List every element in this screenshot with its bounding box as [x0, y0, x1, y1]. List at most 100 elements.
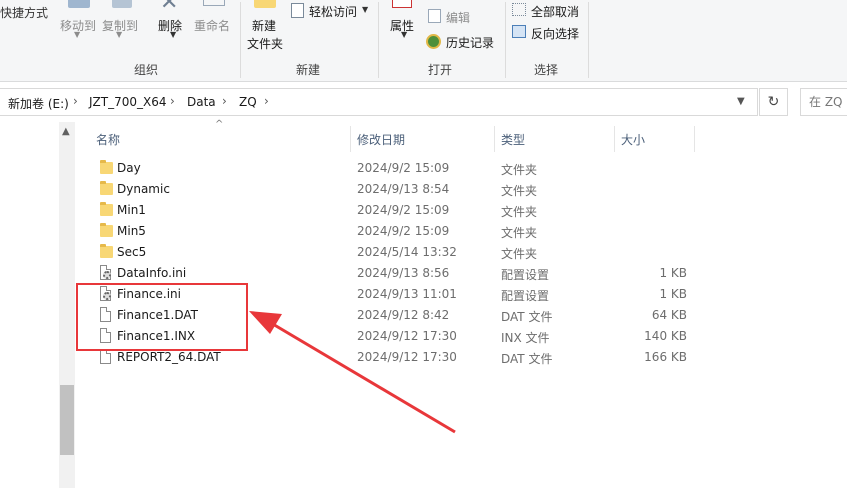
file-date: 2024/9/13 8:54 — [357, 182, 450, 196]
chevron-down-icon: ▼ — [74, 30, 81, 39]
file-type: 文件夹 — [501, 163, 538, 177]
file-name: Min5 — [117, 224, 146, 238]
new-folder-icon — [254, 0, 276, 8]
select-none-icon — [512, 3, 526, 16]
file-type: 文件夹 — [501, 247, 538, 261]
paste-shortcut-button[interactable]: 快捷方式 — [0, 4, 48, 21]
file-row[interactable]: Sec5 2024/5/14 13:32 文件夹 — [90, 242, 695, 263]
file-date: 2024/5/14 13:32 — [357, 245, 457, 259]
column-header-date[interactable]: 修改日期 — [357, 131, 405, 148]
file-date: 2024/9/2 15:09 — [357, 161, 450, 175]
scroll-up-icon[interactable]: ▲ — [62, 126, 70, 137]
file-row[interactable]: Min1 2024/9/2 15:09 文件夹 — [90, 200, 695, 221]
group-label-organize: 组织 — [134, 63, 159, 77]
chevron-down-icon: ▼ — [116, 30, 123, 39]
rename-icon — [203, 0, 225, 6]
file-date: 2024/9/2 15:09 — [357, 203, 450, 217]
file-icon — [100, 349, 111, 364]
ribbon: 快捷方式 移动到 ▼ 复制到 ▼ ✕ 删除 ▼ 重命名 新建 文件夹 轻松访问 … — [0, 0, 847, 82]
file-row[interactable]: Min5 2024/9/2 15:09 文件夹 — [90, 221, 695, 242]
chevron-down-icon: ▼ — [401, 30, 408, 39]
breadcrumb-drive[interactable]: 新加卷 (E:) — [8, 95, 69, 112]
divider — [378, 2, 379, 78]
file-row[interactable]: DataInfo.ini 2024/9/13 8:56 配置设置 1 KB — [90, 263, 695, 284]
folder-icon — [100, 181, 113, 195]
invert-selection-button[interactable]: 反向选择 — [531, 25, 579, 42]
file-size: 140 KB — [644, 329, 687, 343]
file-type: 配置设置 — [501, 289, 550, 303]
file-type: 文件夹 — [501, 226, 538, 240]
file-date: 2024/9/13 11:01 — [357, 287, 457, 301]
copy-to-icon — [112, 0, 132, 8]
refresh-icon: ↻ — [767, 94, 780, 110]
column-header-type[interactable]: 类型 — [501, 131, 525, 148]
delete-icon: ✕ — [160, 0, 179, 15]
file-date: 2024/9/12 17:30 — [357, 350, 457, 364]
search-input[interactable]: 在 ZQ — [800, 88, 847, 116]
group-label-new: 新建 — [296, 63, 321, 77]
rename-button[interactable]: 重命名 — [194, 17, 230, 34]
breadcrumb-jzt[interactable]: JZT_700_X64 — [89, 95, 166, 109]
file-date: 2024/9/2 15:09 — [357, 224, 450, 238]
chevron-right-icon[interactable]: › — [222, 94, 227, 108]
divider — [505, 2, 506, 78]
file-size: 166 KB — [644, 350, 687, 364]
divider — [588, 2, 589, 78]
breadcrumb-data[interactable]: Data — [187, 95, 216, 109]
address-dropdown-icon[interactable]: ▼ — [737, 96, 745, 107]
file-date: 2024/9/12 8:42 — [357, 308, 450, 322]
properties-icon — [392, 0, 412, 8]
select-none-button[interactable]: 全部取消 — [531, 3, 579, 20]
group-label-open: 打开 — [428, 63, 453, 77]
divider — [240, 2, 241, 78]
file-size: 1 KB — [659, 266, 687, 280]
move-to-icon — [68, 0, 90, 8]
file-name: Day — [117, 161, 141, 175]
edit-icon — [428, 9, 441, 23]
folder-icon — [100, 223, 113, 237]
sort-ascending-icon: ^ — [215, 119, 224, 130]
file-date: 2024/9/12 17:30 — [357, 329, 457, 343]
column-divider[interactable] — [494, 126, 495, 152]
file-type: INX 文件 — [501, 331, 550, 345]
settings-file-icon — [100, 265, 111, 280]
new-folder-button[interactable]: 新建 — [252, 17, 276, 34]
file-row[interactable]: Dynamic 2024/9/13 8:54 文件夹 — [90, 179, 695, 200]
easy-access-button[interactable]: 轻松访问 — [309, 3, 357, 20]
edit-button[interactable]: 编辑 — [446, 9, 470, 26]
breadcrumb-zq[interactable]: ZQ — [239, 95, 257, 109]
column-header-size[interactable]: 大小 — [621, 131, 645, 148]
file-name: Dynamic — [117, 182, 170, 196]
nav-pane-scrollbar-thumb[interactable] — [60, 385, 74, 455]
chevron-right-icon[interactable]: › — [73, 94, 78, 108]
invert-selection-icon — [512, 25, 526, 38]
file-type: 配置设置 — [501, 268, 550, 282]
folder-icon — [100, 202, 113, 216]
column-divider[interactable] — [614, 126, 615, 152]
file-type: DAT 文件 — [501, 352, 553, 366]
refresh-button[interactable]: ↻ — [759, 88, 788, 116]
file-name: Min1 — [117, 203, 146, 217]
file-name: Sec5 — [117, 245, 147, 259]
folder-icon — [100, 160, 113, 174]
group-label-select: 选择 — [534, 63, 559, 77]
file-name: REPORT2_64.DAT — [117, 350, 221, 364]
easy-access-icon — [291, 3, 304, 18]
history-button[interactable]: 历史记录 — [446, 34, 494, 51]
gear-icon — [103, 271, 111, 279]
chevron-down-icon: ▼ — [362, 5, 369, 14]
chevron-right-icon[interactable]: › — [264, 94, 269, 108]
file-size: 64 KB — [651, 308, 687, 322]
history-icon — [426, 34, 441, 49]
file-row[interactable]: Day 2024/9/2 15:09 文件夹 — [90, 158, 695, 179]
column-header-name[interactable]: 名称 — [96, 131, 120, 148]
column-divider[interactable] — [694, 126, 695, 152]
chevron-right-icon[interactable]: › — [170, 94, 175, 108]
file-type: 文件夹 — [501, 205, 538, 219]
folder-icon — [100, 244, 113, 258]
new-folder-button-line2[interactable]: 文件夹 — [247, 35, 283, 52]
file-name: DataInfo.ini — [117, 266, 187, 280]
highlight-box — [76, 283, 248, 351]
file-type: 文件夹 — [501, 184, 538, 198]
column-divider[interactable] — [350, 126, 351, 152]
